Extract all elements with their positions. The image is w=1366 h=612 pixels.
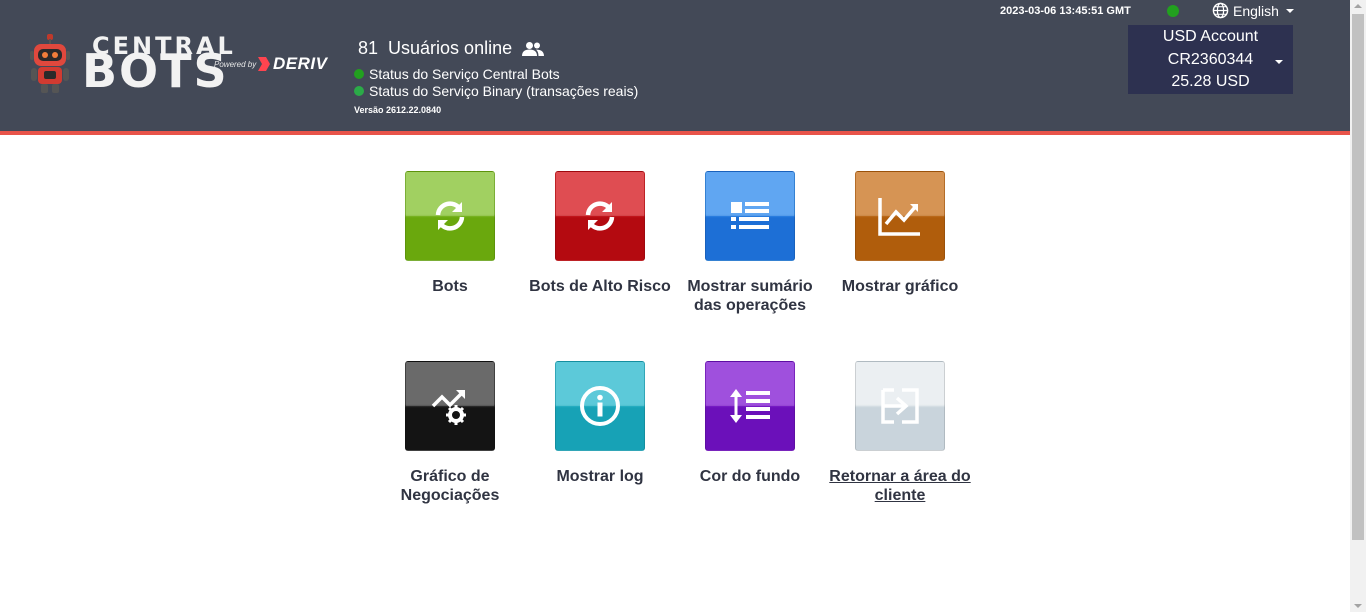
- robot-mascot-icon: [30, 34, 70, 93]
- status-binary: Status do Serviço Binary (transações rea…: [354, 82, 638, 99]
- scroll-down-arrow-icon[interactable]: [1354, 604, 1362, 608]
- logo-text-bots: BOTS: [82, 44, 229, 98]
- connection-status-icon: [1167, 5, 1179, 17]
- tile-bots[interactable]: Bots: [375, 171, 525, 296]
- status-central-bots: Status do Serviço Central Bots: [354, 65, 638, 82]
- line-chart-icon: [878, 198, 920, 236]
- status-dot-icon: [354, 68, 364, 79]
- online-label: Usuários online: [388, 38, 513, 58]
- server-clock: 2023-03-06 13:45:51 GMT: [1000, 5, 1131, 17]
- users-icon: [522, 41, 545, 56]
- account-type: USD Account: [1162, 28, 1259, 45]
- tile-label: Bots: [432, 278, 468, 295]
- list-icon: [731, 202, 769, 229]
- tile-icon-box: [855, 171, 945, 261]
- line-height-icon: [730, 389, 770, 423]
- tile-icon-box: [555, 171, 645, 261]
- sign-in-icon: [881, 388, 919, 424]
- tile-label: Gráfico de Negociações: [400, 468, 500, 504]
- tile-label: Cor do fundo: [699, 468, 801, 485]
- tile-icon-box: [555, 361, 645, 451]
- language-selector[interactable]: English: [1212, 2, 1294, 19]
- scrollbar-thumb[interactable]: [1352, 14, 1364, 540]
- service-status-list: Status do Serviço Central Bots Status do…: [354, 65, 638, 99]
- online-count: 81: [358, 38, 379, 58]
- globe-icon: [1212, 2, 1229, 19]
- tile-label: Retornar a área do cliente: [829, 468, 971, 504]
- status-binary-label: Status do Serviço Binary (transações rea…: [369, 82, 639, 99]
- language-label: English: [1233, 2, 1279, 19]
- version-label: Versão 2612.22.0840: [354, 105, 442, 115]
- powered-by-label: Powered by: [214, 60, 257, 69]
- tile-icon-box: [705, 171, 795, 261]
- tile-return-client-area[interactable]: Retornar a área do cliente: [825, 361, 975, 505]
- deriv-mark-icon: [258, 57, 270, 71]
- scroll-up-arrow-icon[interactable]: [1354, 4, 1362, 8]
- info-icon: [580, 386, 620, 426]
- chevron-down-icon: [1275, 60, 1283, 64]
- page: CENTRAL BOTS Powered by DERIV 81 Usuário…: [0, 0, 1366, 612]
- refresh-icon: [435, 201, 465, 231]
- tile-show-log[interactable]: Mostrar log: [525, 361, 675, 486]
- header-bar: CENTRAL BOTS Powered by DERIV 81 Usuário…: [0, 0, 1350, 135]
- tile-show-chart[interactable]: Mostrar gráfico: [825, 171, 975, 296]
- account-balance: 25.28 USD: [1171, 73, 1250, 90]
- tile-label: Bots de Alto Risco: [529, 278, 671, 295]
- central-bots-logo[interactable]: CENTRAL BOTS Powered by DERIV: [28, 32, 338, 98]
- tile-trading-chart[interactable]: Gráfico de Negociações: [375, 361, 525, 505]
- online-users: 81 Usuários online: [358, 38, 545, 59]
- status-dot-icon: [354, 85, 364, 96]
- tile-background-color[interactable]: Cor do fundo: [675, 361, 825, 486]
- account-id: CR2360344: [1167, 50, 1254, 68]
- account-selector[interactable]: USD Account CR2360344 25.28 USD: [1128, 25, 1293, 94]
- deriv-logo: DERIV: [258, 54, 327, 74]
- refresh-icon: [585, 201, 615, 231]
- chevron-down-icon: [1285, 8, 1294, 13]
- status-central-label: Status do Serviço Central Bots: [369, 65, 560, 82]
- deriv-text: DERIV: [273, 54, 328, 73]
- tile-icon-box: [405, 361, 495, 451]
- tile-label: Mostrar sumário das operações: [687, 278, 813, 314]
- tile-icon-box: [855, 361, 945, 451]
- vertical-scrollbar[interactable]: [1350, 0, 1366, 612]
- tile-label: Mostrar log: [556, 468, 644, 485]
- tile-icon-box: [705, 361, 795, 451]
- tile-high-risk-bots[interactable]: Bots de Alto Risco: [525, 171, 675, 296]
- tile-operations-summary[interactable]: Mostrar sumário das operações: [675, 171, 825, 315]
- tile-icon-box: [405, 171, 495, 261]
- tile-label: Mostrar gráfico: [841, 278, 959, 295]
- chart-settings-icon: [431, 390, 466, 425]
